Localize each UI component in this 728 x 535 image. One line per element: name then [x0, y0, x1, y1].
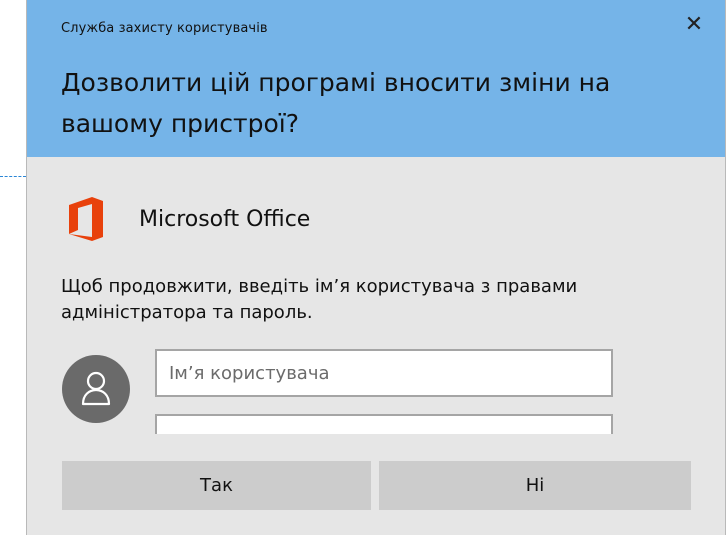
- dashed-guide-line: [0, 176, 26, 177]
- app-name: Microsoft Office: [139, 206, 311, 232]
- avatar: [62, 355, 130, 423]
- username-input[interactable]: [155, 349, 613, 397]
- credentials-prompt: Щоб продовжити, введіть ім’я користувача…: [61, 276, 578, 323]
- dialog-header: Служба захисту користувачів ✕ Дозволити …: [27, 0, 725, 157]
- office-icon: [69, 197, 103, 241]
- yes-button[interactable]: Так: [62, 461, 371, 510]
- app-info: Microsoft Office: [67, 196, 310, 242]
- password-input[interactable]: [155, 414, 613, 434]
- uac-window: Служба захисту користувачів ✕ Дозволити …: [0, 0, 728, 535]
- user-icon: [81, 371, 111, 406]
- no-button[interactable]: Ні: [379, 461, 691, 510]
- uac-dialog: Служба захисту користувачів ✕ Дозволити …: [26, 0, 726, 535]
- close-icon[interactable]: ✕: [683, 14, 705, 36]
- service-title: Служба захисту користувачів: [61, 21, 268, 36]
- dialog-question: Дозволити цій програмі вносити зміни на …: [61, 68, 611, 138]
